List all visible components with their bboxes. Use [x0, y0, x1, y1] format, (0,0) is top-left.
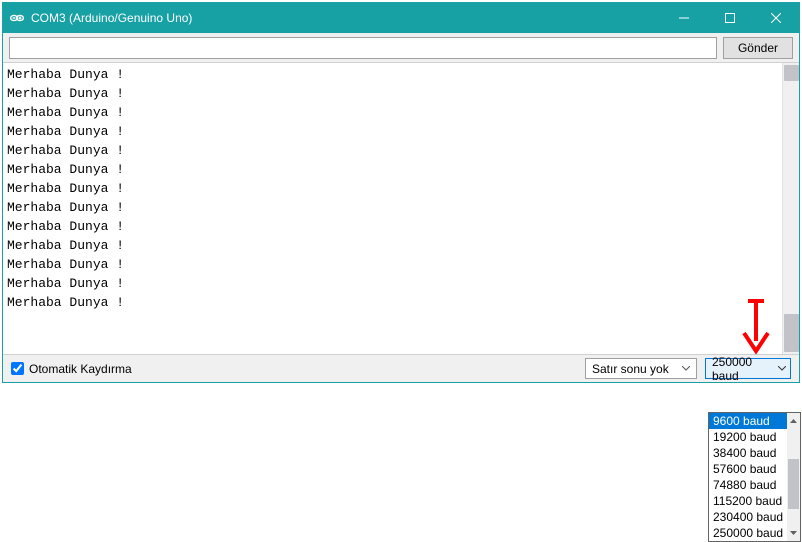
maximize-button[interactable] [707, 3, 753, 33]
scroll-up-button[interactable] [787, 413, 800, 429]
terminal-output: Merhaba Dunya ! Merhaba Dunya ! Merhaba … [3, 63, 782, 354]
scroll-thumb[interactable] [788, 459, 799, 509]
scrollbar-thumb[interactable] [784, 314, 799, 352]
baud-option[interactable]: 19200 baud [709, 429, 787, 445]
baud-option[interactable]: 250000 baud [709, 525, 787, 541]
serial-input[interactable] [9, 37, 717, 59]
toolbar: Gönder [3, 33, 799, 63]
content-area: Merhaba Dunya ! Merhaba Dunya ! Merhaba … [3, 63, 799, 354]
dropdown-scrollbar[interactable] [787, 413, 800, 541]
autoscroll-checkbox[interactable]: Otomatik Kaydırma [11, 362, 132, 376]
chevron-down-icon [778, 364, 786, 374]
close-button[interactable] [753, 3, 799, 33]
arduino-icon [9, 10, 25, 26]
titlebar: COM3 (Arduino/Genuino Uno) [3, 3, 799, 33]
baud-option[interactable]: 9600 baud [709, 413, 787, 429]
red-arrow-annotation [740, 299, 772, 362]
minimize-button[interactable] [661, 3, 707, 33]
send-button[interactable]: Gönder [723, 37, 793, 59]
autoscroll-input[interactable] [11, 362, 24, 375]
vertical-scrollbar[interactable] [782, 63, 799, 354]
autoscroll-label: Otomatik Kaydırma [29, 362, 132, 376]
scroll-track[interactable] [787, 429, 800, 525]
scroll-down-button[interactable] [787, 525, 800, 541]
chevron-down-icon [681, 364, 691, 374]
baud-option[interactable]: 115200 baud [709, 493, 787, 509]
statusbar: Otomatik Kaydırma Satır sonu yok 250000 … [3, 354, 799, 382]
baud-rate-options: 9600 baud19200 baud38400 baud57600 baud7… [709, 413, 787, 541]
serial-monitor-window: COM3 (Arduino/Genuino Uno) Gönder Merhab… [2, 2, 800, 383]
baud-option[interactable]: 38400 baud [709, 445, 787, 461]
line-ending-select[interactable]: Satır sonu yok [585, 358, 697, 379]
line-ending-value: Satır sonu yok [592, 362, 669, 376]
baud-option[interactable]: 57600 baud [709, 461, 787, 477]
window-title: COM3 (Arduino/Genuino Uno) [31, 11, 661, 25]
scrollbar-thumb[interactable] [784, 65, 799, 81]
baud-option[interactable]: 74880 baud [709, 477, 787, 493]
